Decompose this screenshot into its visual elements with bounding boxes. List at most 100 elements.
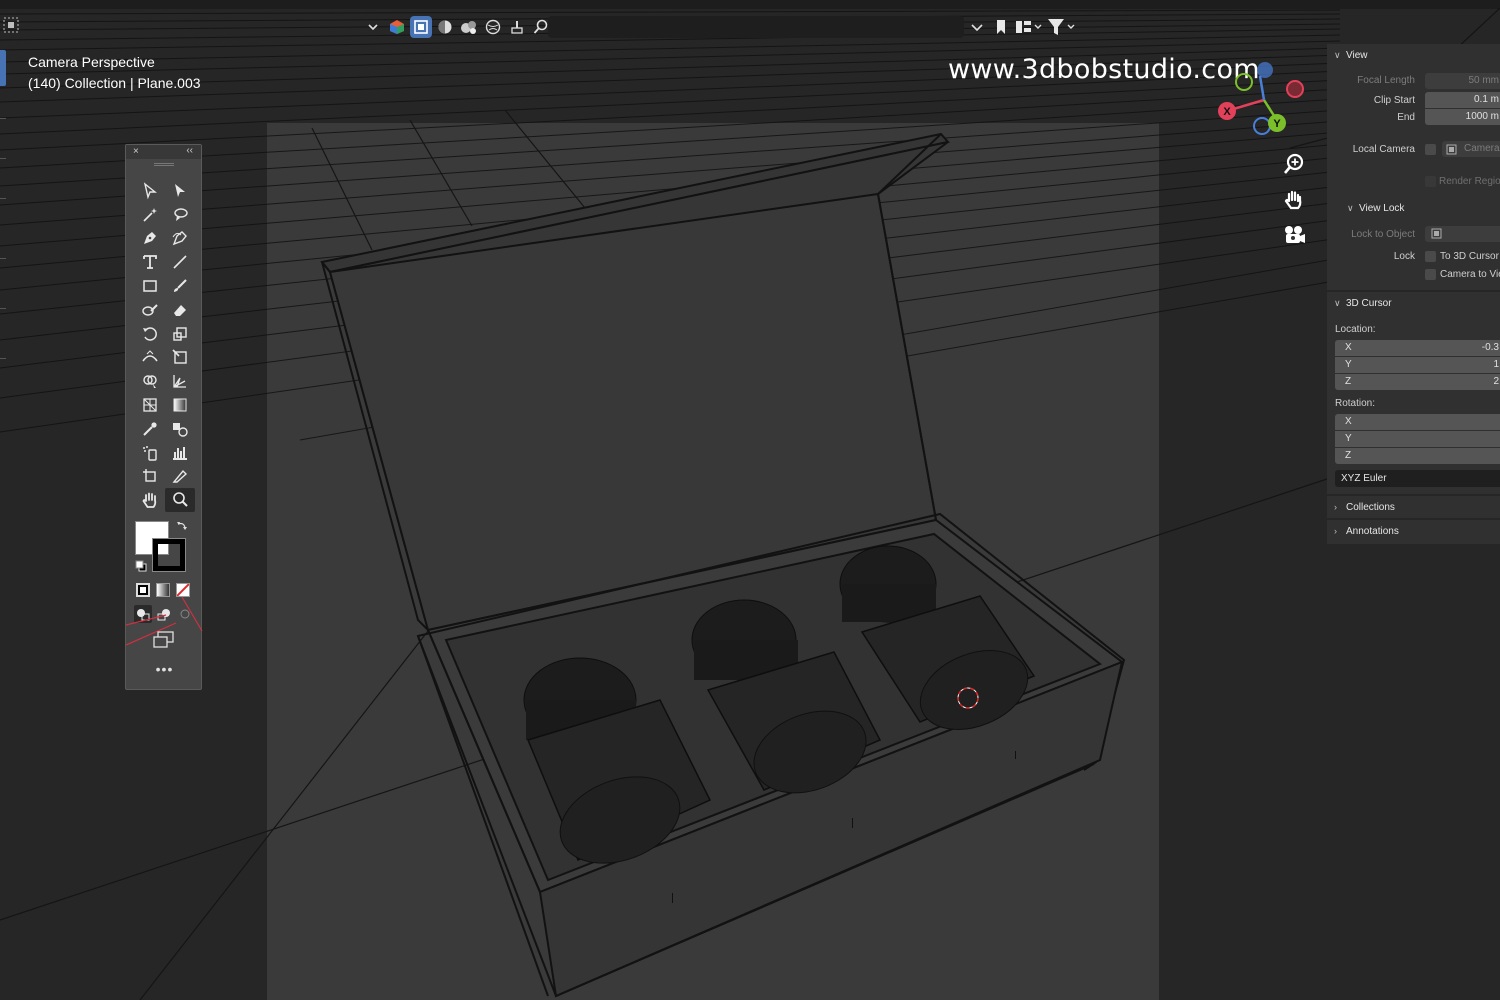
view-section-header[interactable]: ∨ View [1327, 44, 1500, 66]
camera-to-view-label: Camera to View [1440, 269, 1500, 280]
3d-cursor-header[interactable]: ∨ 3D Cursor [1327, 292, 1500, 314]
clip-end-field[interactable]: 1000 m [1425, 109, 1500, 125]
rotation-y-field[interactable]: Y [1335, 431, 1500, 447]
properties-sidebar: ∨ View Focal Length 50 mm Clip Start 0.1… [1327, 44, 1500, 544]
lock-to-object-field[interactable] [1425, 226, 1500, 242]
scale-tool-icon[interactable] [165, 322, 195, 346]
chevron-down-icon[interactable] [362, 16, 384, 38]
chevron-right-icon: › [1334, 502, 1337, 512]
bookmark-icon[interactable] [990, 16, 1012, 38]
type-tool-icon[interactable] [135, 250, 165, 274]
focal-length-field[interactable]: 50 mm [1425, 73, 1500, 89]
lasso-tool-icon[interactable] [165, 203, 195, 227]
camera-view-icon[interactable] [1280, 222, 1308, 250]
chevron-down-icon: ∨ [1334, 49, 1341, 60]
tools-panel: × ‹‹ ••• [125, 144, 203, 690]
column-graph-tool-icon[interactable] [165, 441, 195, 465]
hand-tool-icon[interactable] [135, 488, 165, 512]
rendered-shading-icon[interactable] [482, 16, 504, 38]
selection-tool-icon[interactable] [135, 179, 165, 203]
line-segment-tool-icon[interactable] [165, 250, 195, 274]
chevron-right-icon: › [1334, 526, 1337, 536]
gizmo-toggle-icon[interactable] [386, 16, 408, 38]
more-tools-button[interactable]: ••• [126, 661, 203, 677]
paintbrush-tool-icon[interactable] [165, 274, 195, 298]
slice-tool-icon[interactable] [165, 465, 195, 489]
camera-object-icon [1446, 144, 1457, 155]
lock-label: Lock [1393, 251, 1415, 262]
panel-close-icon[interactable]: × [133, 146, 139, 157]
view-lock-header[interactable]: ∨ View Lock [1327, 197, 1500, 219]
chevron-down-icon: ∨ [1334, 297, 1341, 308]
eyedropper-tool-icon[interactable] [135, 417, 165, 441]
navigation-gizmo[interactable]: X Y [1210, 60, 1320, 150]
to-3d-cursor-label: To 3D Cursor [1440, 251, 1499, 262]
swap-colors-icon[interactable] [176, 519, 188, 537]
magic-wand-tool-icon[interactable] [135, 203, 165, 227]
brush-icon[interactable] [506, 16, 528, 38]
lock-to-3d-cursor-checkbox[interactable] [1425, 251, 1436, 262]
symbol-sprayer-tool-icon[interactable] [135, 441, 165, 465]
wireframe-shading-icon[interactable] [410, 16, 432, 38]
gradient-tool-icon[interactable] [165, 393, 195, 417]
width-tool-icon[interactable] [135, 346, 165, 370]
stroke-color-swatch[interactable] [152, 538, 186, 572]
lock-to-object-label: Lock to Object [1351, 229, 1415, 240]
local-camera-checkbox[interactable] [1425, 144, 1436, 155]
object-icon [1431, 228, 1442, 239]
hierarchy-icon[interactable] [1014, 16, 1044, 38]
clip-end-label: End [1397, 112, 1415, 123]
local-camera-label: Local Camera [1352, 144, 1415, 155]
default-colors-icon[interactable] [135, 559, 147, 577]
rotation-mode-dropdown[interactable]: XYZ Euler [1335, 470, 1500, 487]
location-x-field[interactable]: X -0.3 [1335, 340, 1500, 356]
chevron-down-icon: ∨ [1347, 202, 1354, 213]
zoom-icon[interactable] [1280, 150, 1308, 178]
location-y-field[interactable]: Y1 [1335, 357, 1500, 373]
gizmo-x-label: X [1223, 106, 1231, 118]
camera-to-view-checkbox[interactable] [1425, 269, 1436, 280]
gizmo-y-label: Y [1273, 118, 1281, 130]
rotate-tool-icon[interactable] [135, 322, 165, 346]
panel-collapse-icon[interactable]: ‹‹ [186, 145, 193, 156]
pan-hand-icon[interactable] [1280, 186, 1308, 214]
mesh-tool-icon[interactable] [135, 393, 165, 417]
perspective-grid-tool-icon[interactable] [165, 369, 195, 393]
viewport-header-tools [362, 14, 552, 40]
eraser-tool-icon[interactable] [165, 298, 195, 322]
shaper-tool-icon[interactable] [135, 298, 165, 322]
free-transform-tool-icon[interactable] [165, 346, 195, 370]
viewport-info: Camera Perspective (140) Collection | Pl… [28, 52, 201, 94]
collections-header[interactable]: › Collections [1327, 496, 1500, 518]
chevron-down-icon[interactable] [966, 16, 988, 38]
rotation-x-field[interactable]: X [1335, 414, 1500, 430]
clip-start-field[interactable]: 0.1 m [1425, 92, 1500, 108]
editor-header [0, 0, 1500, 8]
viewport-search-input[interactable] [548, 16, 964, 38]
location-label: Location: [1335, 324, 1376, 335]
artboard-tool-icon[interactable] [135, 465, 165, 489]
screen-mode-icon[interactable] [152, 631, 176, 654]
clip-start-label: Clip Start [1373, 95, 1415, 106]
left-edge-strip [0, 8, 8, 1000]
shape-builder-tool-icon[interactable] [135, 369, 165, 393]
annotations-header[interactable]: › Annotations [1327, 520, 1500, 542]
panel-grip[interactable] [154, 163, 174, 166]
zoom-tool-icon[interactable] [165, 488, 195, 513]
filter-icon[interactable] [1046, 16, 1078, 38]
view-mode-label: Camera Perspective [28, 54, 155, 70]
curvature-tool-icon[interactable] [165, 227, 195, 251]
rectangle-tool-icon[interactable] [135, 274, 165, 298]
material-shading-icon[interactable] [458, 16, 480, 38]
render-region-label: Render Region [1439, 176, 1500, 187]
pen-tool-icon[interactable] [135, 227, 165, 251]
active-tool-indicator [0, 50, 6, 86]
blend-tool-icon[interactable] [165, 417, 195, 441]
tools-panel-titlebar[interactable]: × ‹‹ [126, 145, 201, 159]
direct-selection-tool-icon[interactable] [165, 179, 195, 203]
render-region-checkbox[interactable] [1425, 176, 1436, 187]
solid-shading-icon[interactable] [434, 16, 456, 38]
rotation-z-field[interactable]: Z [1335, 448, 1500, 464]
location-z-field[interactable]: Z2 [1335, 374, 1500, 390]
3d-viewport[interactable]: Camera Perspective (140) Collection | Pl… [0, 0, 1500, 1000]
